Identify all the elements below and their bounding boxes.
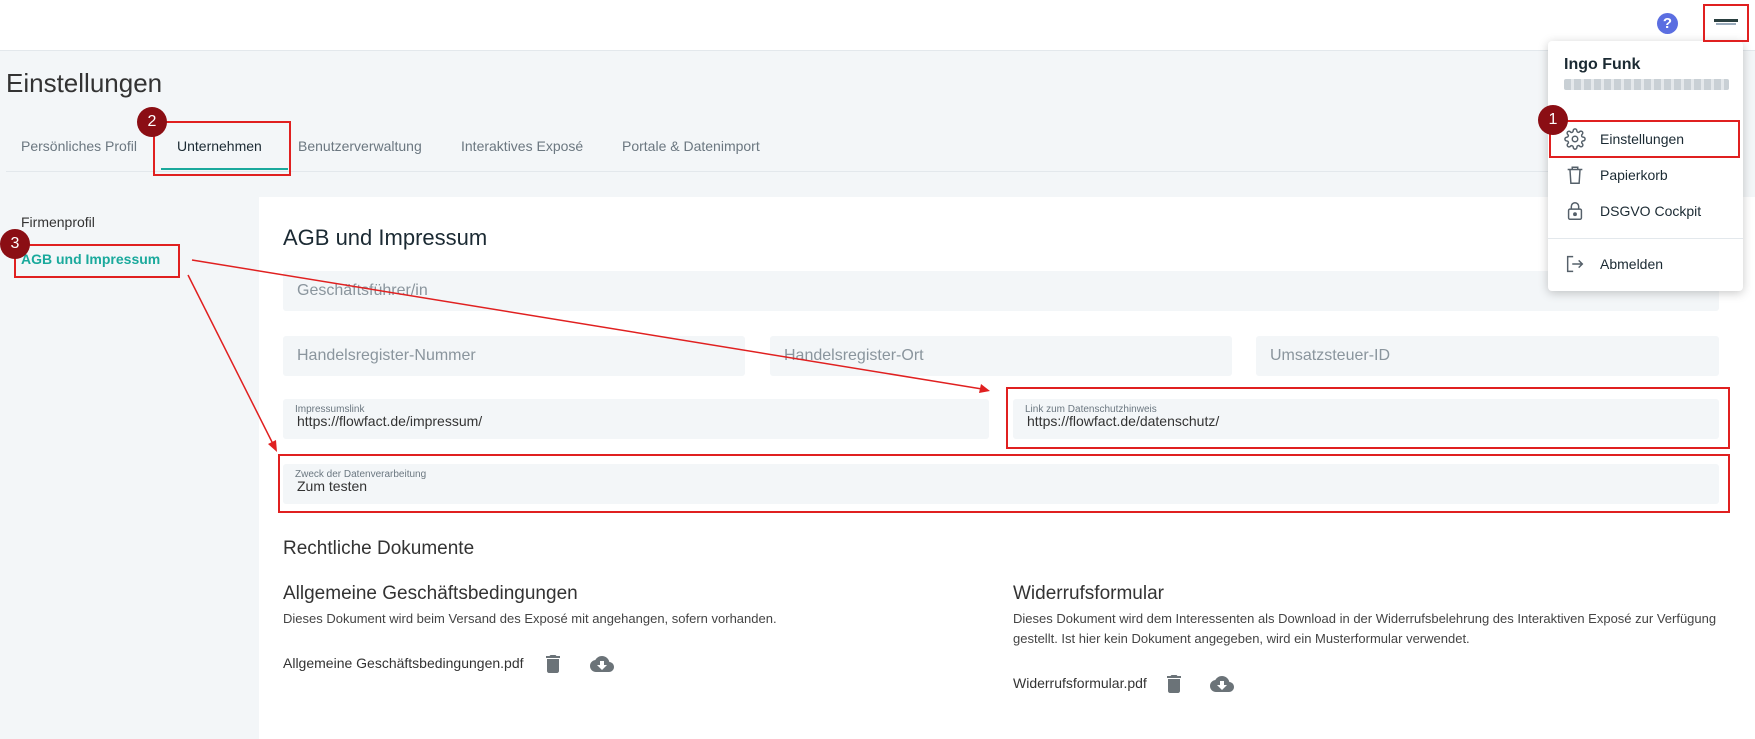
- page-title: Einstellungen: [6, 68, 163, 98]
- trash-icon: [1564, 164, 1586, 186]
- umsatzsteuer-id-field[interactable]: Umsatzsteuer-ID: [1256, 336, 1719, 376]
- tab-persoenliches-profil[interactable]: Persönliches Profil: [21, 138, 137, 154]
- sidebar-item-firmenprofil[interactable]: Firmenprofil: [21, 214, 95, 230]
- geschaeftsfuehrer-field[interactable]: Geschäftsführer/in: [283, 271, 1719, 311]
- handelsregister-ort-field[interactable]: Handelsregister-Ort: [770, 336, 1232, 376]
- menu-item-papierkorb[interactable]: Papierkorb: [1548, 159, 1743, 193]
- menu-item-label: Abmelden: [1600, 256, 1664, 272]
- agb-file-name[interactable]: Allgemeine Geschäftsbedingungen.pdf: [283, 655, 524, 671]
- help-icon[interactable]: ?: [1657, 13, 1678, 34]
- rechtliche-dokumente-title: Rechtliche Dokumente: [283, 538, 475, 559]
- widerruf-delete-icon[interactable]: [1162, 672, 1186, 696]
- highlight-tab-unternehmen: [153, 121, 291, 176]
- impressumslink-field[interactable]: Impressumslink https://flowfact.de/impre…: [283, 399, 989, 439]
- agb-delete-icon[interactable]: [541, 652, 565, 676]
- widerruf-download-icon[interactable]: [1209, 672, 1235, 696]
- card-title: AGB und Impressum: [283, 225, 488, 250]
- handelsregister-nummer-placeholder: Handelsregister-Nummer: [297, 347, 476, 364]
- widerruf-description: Dieses Dokument wird dem Interessenten a…: [1013, 611, 1717, 646]
- widerruf-title: Widerrufsformular: [1013, 583, 1164, 604]
- menu-item-abmelden[interactable]: Abmelden: [1548, 248, 1743, 282]
- umsatzsteuer-id-placeholder: Umsatzsteuer-ID: [1270, 347, 1391, 364]
- highlight-datenschutz-field: [1006, 387, 1730, 449]
- handelsregister-ort-placeholder: Handelsregister-Ort: [784, 347, 924, 364]
- top-bar: ?: [0, 0, 1755, 51]
- highlight-avatar: [1703, 4, 1749, 42]
- geschaeftsfuehrer-placeholder: Geschäftsführer/in: [297, 282, 428, 299]
- handelsregister-nummer-field[interactable]: Handelsregister-Nummer: [283, 336, 745, 376]
- agb-description: Dieses Dokument wird beim Versand des Ex…: [283, 611, 777, 626]
- step-badge-3: 3: [0, 229, 30, 259]
- highlight-zweck-field: [278, 454, 1730, 513]
- highlight-agb-impressum: [14, 244, 180, 278]
- step-badge-2: 2: [137, 107, 167, 137]
- tab-portale-datenimport[interactable]: Portale & Datenimport: [622, 138, 760, 154]
- user-name: Ingo Funk: [1564, 56, 1641, 73]
- menu-item-dsgvo-cockpit[interactable]: DSGVO Cockpit: [1548, 195, 1743, 229]
- tab-benutzerverwaltung[interactable]: Benutzerverwaltung: [298, 138, 422, 154]
- menu-item-label: Papierkorb: [1600, 167, 1668, 183]
- agb-title: Allgemeine Geschäftsbedingungen: [283, 583, 578, 604]
- impressumslink-value: https://flowfact.de/impressum/: [297, 413, 483, 429]
- menu-divider: [1548, 238, 1743, 239]
- lock-icon: [1564, 200, 1586, 222]
- step-badge-1: 1: [1538, 105, 1568, 135]
- menu-item-label: DSGVO Cockpit: [1600, 203, 1702, 219]
- user-email-redacted: [1564, 79, 1729, 90]
- logout-icon: [1564, 253, 1586, 275]
- highlight-einstellungen: [1549, 120, 1740, 158]
- user-menu: Ingo Funk Einstellungen Papierkorb DSGVO…: [1548, 41, 1743, 291]
- agb-download-icon[interactable]: [589, 652, 615, 676]
- widerruf-file-name[interactable]: Widerrufsformular.pdf: [1013, 675, 1147, 691]
- tab-interaktives-expose[interactable]: Interaktives Exposé: [461, 138, 583, 154]
